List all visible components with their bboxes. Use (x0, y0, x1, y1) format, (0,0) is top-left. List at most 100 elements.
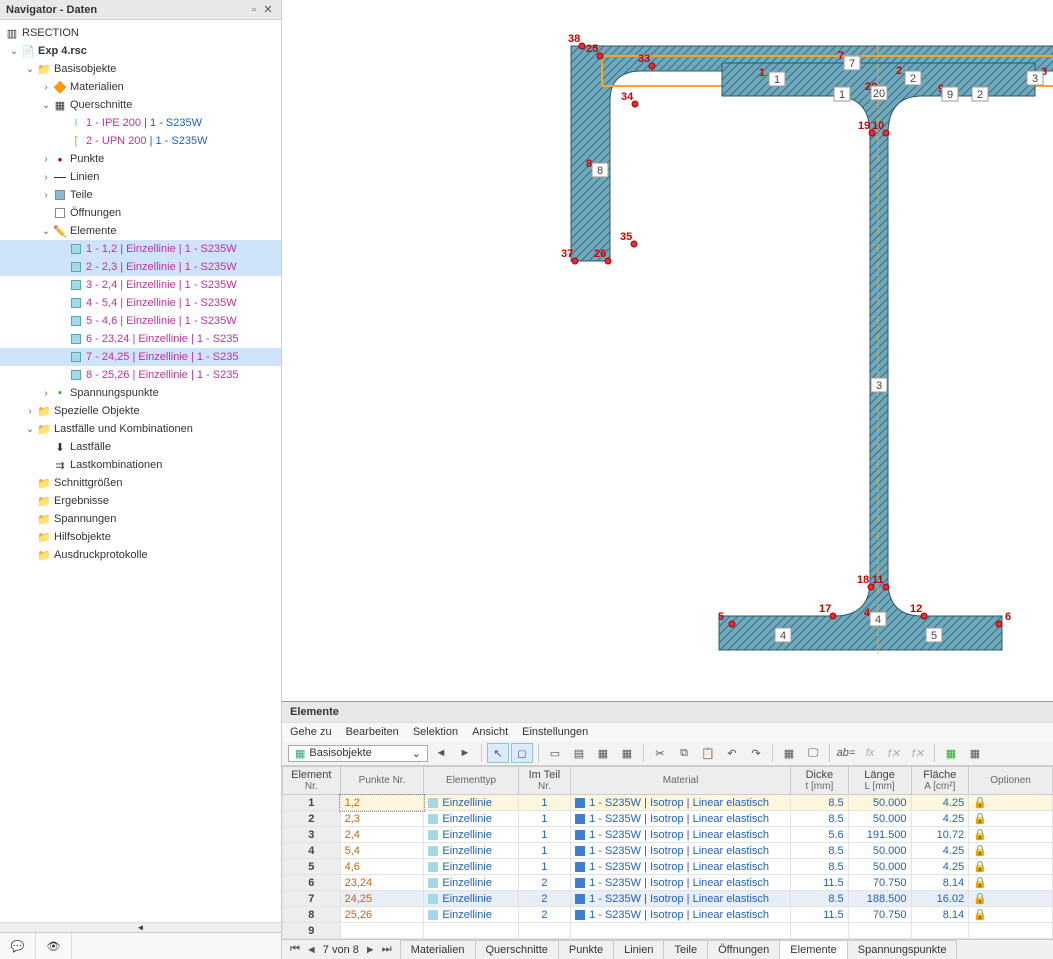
menu-bearbeiten[interactable]: Bearbeiten (346, 726, 399, 738)
col-header[interactable]: Dicket [mm] (791, 767, 849, 795)
tree-element-1[interactable]: 1 - 1,2 | Einzellinie | 1 - S235W (0, 240, 281, 258)
tb-prev[interactable]: ◄ (430, 743, 452, 763)
pager-last[interactable]: ⏭ (382, 943, 392, 956)
tree-section-1[interactable]: 1 - IPE 200 (86, 117, 141, 129)
expand-icon[interactable]: › (40, 190, 52, 201)
tb-insert[interactable]: ▤ (568, 743, 590, 763)
tree-element-7[interactable]: 7 - 24,25 | Einzellinie | 1 - S235 (0, 348, 281, 366)
tab-elemente[interactable]: Elemente (779, 940, 847, 959)
model-canvas[interactable]: 1234567891011121718192023242526272830313… (282, 0, 1053, 701)
menu-gehe-zu[interactable]: Gehe zu (290, 726, 332, 738)
tb-new-row[interactable]: ▭ (544, 743, 566, 763)
tree-hilfsobjekte[interactable]: Hilfsobjekte (54, 531, 111, 543)
tree-spezielle-objekte[interactable]: Spezielle Objekte (54, 405, 140, 417)
expand-icon[interactable]: › (40, 82, 52, 93)
table-combo[interactable]: ▦Basisobjekte⌄ (288, 745, 428, 762)
tree-spannungspunkte[interactable]: Spannungspunkte (70, 387, 159, 399)
tab-teile[interactable]: Teile (663, 940, 708, 959)
tb-paste[interactable]: 📋 (697, 743, 719, 763)
table-row[interactable]: 54,6Einzellinie11 - S235W | Isotrop | Li… (283, 859, 1053, 875)
tree-element-2[interactable]: 2 - 2,3 | Einzellinie | 1 - S235W (0, 258, 281, 276)
expand-icon[interactable]: ⌄ (24, 424, 36, 435)
expand-icon[interactable]: ⌄ (24, 64, 36, 75)
tb-copy-down[interactable]: ▦ (592, 743, 614, 763)
tree-teile[interactable]: Teile (70, 189, 93, 201)
table-row[interactable]: 11,2Einzellinie11 - S235W | Isotrop | Li… (283, 795, 1053, 811)
tb-cut[interactable]: ✂ (649, 743, 671, 763)
expand-icon[interactable]: ⌄ (8, 46, 20, 57)
tree-lastfaelle[interactable]: Lastfälle (70, 441, 111, 453)
pager-first[interactable]: ⏮ (290, 943, 300, 956)
tb-excel[interactable]: ▦ (940, 743, 962, 763)
expand-icon[interactable]: ⌄ (40, 226, 52, 237)
table-row[interactable]: 825,26Einzellinie21 - S235W | Isotrop | … (283, 907, 1053, 923)
tb-grid[interactable]: ▦ (616, 743, 638, 763)
navigator-tree[interactable]: ▥RSECTION ⌄📄Exp 4.rsc ⌄📁Basisobjekte ›🔶M… (0, 20, 281, 922)
tb-fx3[interactable]: f✕ (907, 743, 929, 763)
col-header[interactable]: Punkte Nr. (340, 767, 424, 795)
tree-punkte[interactable]: Punkte (70, 153, 104, 165)
tb-redo[interactable]: ↷ (745, 743, 767, 763)
pager-next[interactable]: ► (365, 944, 376, 956)
col-header[interactable]: Elementtyp (424, 767, 518, 795)
tree-element-4[interactable]: 4 - 5,4 | Einzellinie | 1 - S235W (0, 294, 281, 312)
tree-element-6[interactable]: 6 - 23,24 | Einzellinie | 1 - S235 (0, 330, 281, 348)
expand-icon[interactable]: › (24, 406, 36, 417)
pager-prev[interactable]: ◄ (306, 944, 317, 956)
expand-icon[interactable]: ⌄ (40, 100, 52, 111)
table-row[interactable]: 32,4Einzellinie11 - S235W | Isotrop | Li… (283, 827, 1053, 843)
tb-next[interactable]: ► (454, 743, 476, 763)
tb-copy[interactable]: ⧉ (673, 743, 695, 763)
tree-elemente[interactable]: Elemente (70, 225, 116, 237)
tab-materialien[interactable]: Materialien (400, 940, 476, 959)
expand-icon[interactable]: › (40, 388, 52, 399)
tree-materialien[interactable]: Materialien (70, 81, 124, 93)
table-row[interactable]: 9 (283, 923, 1053, 939)
tree-lastfaelle-komb[interactable]: Lastfälle und Kombinationen (54, 423, 193, 435)
tab-öffnungen[interactable]: Öffnungen (707, 940, 780, 959)
tree-schnittgroessen[interactable]: Schnittgrößen (54, 477, 122, 489)
tree-ergebnisse[interactable]: Ergebnisse (54, 495, 109, 507)
tb-grid2[interactable]: ▦ (778, 743, 800, 763)
col-header[interactable]: FlächeA [cm²] (911, 767, 969, 795)
undock-icon[interactable]: ▫ (247, 4, 261, 16)
tree-section-2[interactable]: 2 - UPN 200 (86, 135, 147, 147)
tree-element-3[interactable]: 3 - 2,4 | Einzellinie | 1 - S235W (0, 276, 281, 294)
elements-table[interactable]: ElementNr.Punkte Nr.ElementtypIm TeilNr.… (282, 766, 1053, 939)
tab-punkte[interactable]: Punkte (558, 940, 614, 959)
tree-linien[interactable]: Linien (70, 171, 99, 183)
menu-ansicht[interactable]: Ansicht (472, 726, 508, 738)
tree-basisobjekte[interactable]: Basisobjekte (54, 63, 116, 75)
tb-fx2[interactable]: f✕ (883, 743, 905, 763)
expand-icon[interactable]: › (40, 172, 52, 183)
scroll-left-icon[interactable]: ◄ (137, 923, 145, 932)
table-row[interactable]: 45,4Einzellinie11 - S235W | Isotrop | Li… (283, 843, 1053, 859)
tree-file[interactable]: Exp 4.rsc (38, 45, 87, 57)
tree-element-8[interactable]: 8 - 25,26 | Einzellinie | 1 - S235 (0, 366, 281, 384)
tree-element-5[interactable]: 5 - 4,6 | Einzellinie | 1 - S235W (0, 312, 281, 330)
close-icon[interactable]: ✕ (261, 3, 275, 16)
tb-ab[interactable]: ab= (835, 743, 857, 763)
expand-icon[interactable]: › (40, 154, 52, 165)
tb-settings[interactable]: ▦ (964, 743, 986, 763)
panel-btn-data[interactable]: 💬 (0, 933, 36, 959)
col-header[interactable]: ElementNr. (283, 767, 341, 795)
tb-display[interactable]: 🖵 (802, 743, 824, 763)
table-row[interactable]: 22,3Einzellinie11 - S235W | Isotrop | Li… (283, 811, 1053, 827)
col-header[interactable]: Material (571, 767, 791, 795)
tb-fx[interactable]: fx (859, 743, 881, 763)
tree-root[interactable]: RSECTION (22, 27, 79, 39)
tab-linien[interactable]: Linien (613, 940, 664, 959)
tb-cursor[interactable]: ↖ (487, 743, 509, 763)
tb-undo[interactable]: ↶ (721, 743, 743, 763)
menu-selektion[interactable]: Selektion (413, 726, 458, 738)
panel-btn-view[interactable]: 👁 (36, 933, 72, 959)
tree-lastkombinationen[interactable]: Lastkombinationen (70, 459, 162, 471)
tree-querschnitte[interactable]: Querschnitte (70, 99, 132, 111)
col-header[interactable]: Optionen (969, 767, 1053, 795)
tab-spannungspunkte[interactable]: Spannungspunkte (847, 940, 958, 959)
menu-einstellungen[interactable]: Einstellungen (522, 726, 588, 738)
tab-querschnitte[interactable]: Querschnitte (475, 940, 559, 959)
col-header[interactable]: LängeL [mm] (848, 767, 911, 795)
col-header[interactable]: Im TeilNr. (518, 767, 570, 795)
